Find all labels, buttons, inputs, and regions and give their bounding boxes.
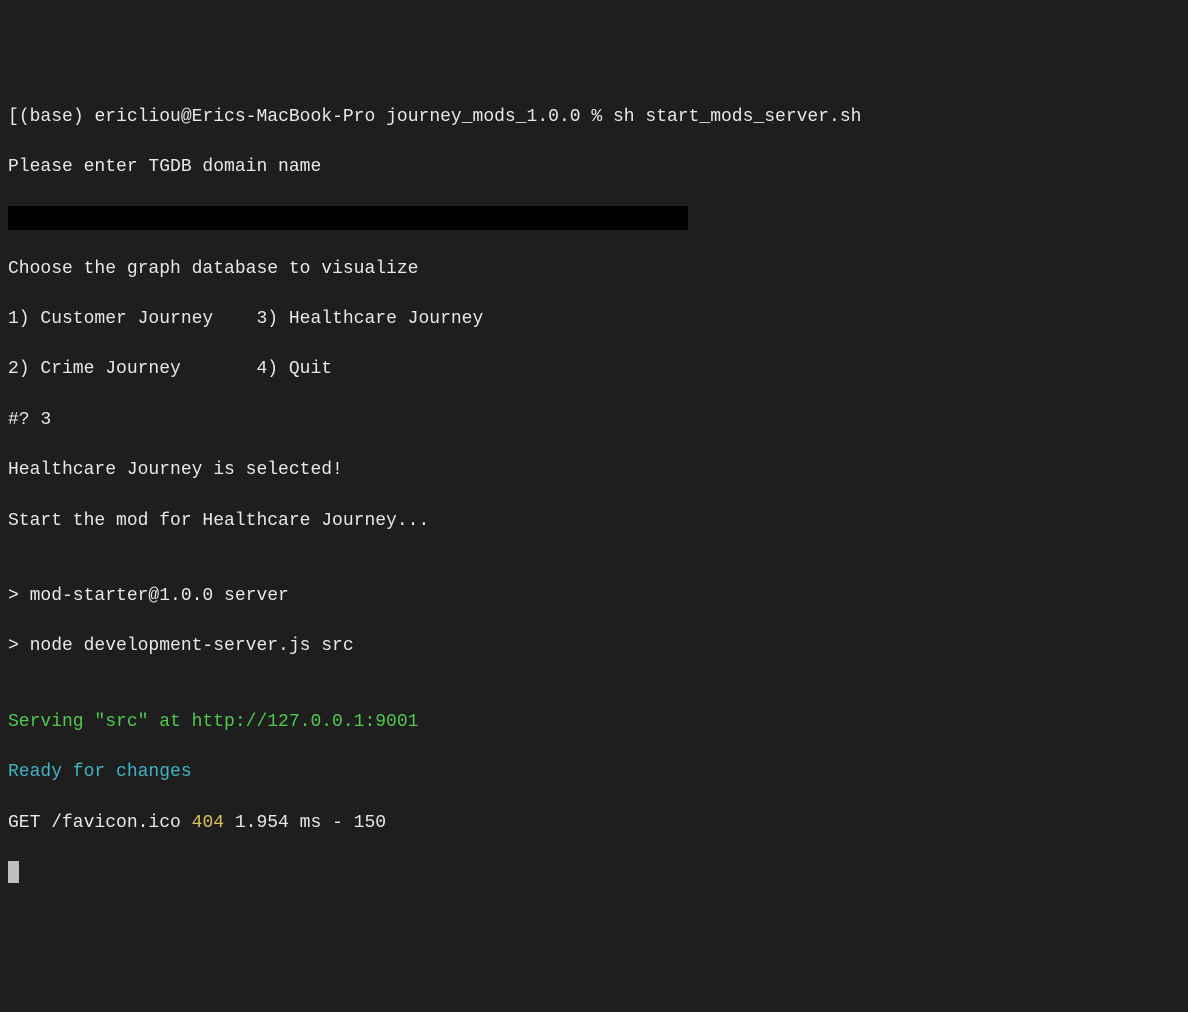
cwd: journey_mods_1.0.0 (386, 107, 580, 127)
redacted-block (8, 206, 688, 230)
http-status: 404 (192, 813, 224, 833)
prompt-line: [(base) ericliou@Erics-MacBook-Pro journ… (8, 105, 1180, 130)
http-timing: 1.954 ms - 150 (224, 813, 386, 833)
serving-line: Serving "src" at http://127.0.0.1:9001 (8, 710, 1180, 735)
terminal-cursor[interactable] (8, 861, 19, 883)
user-host: ericliou@Erics-MacBook-Pro (94, 107, 375, 127)
prompt-symbol: % (591, 107, 602, 127)
redacted-line (8, 206, 1180, 232)
bracket: [ (8, 107, 19, 127)
option-3: 3) Healthcare Journey (256, 309, 483, 329)
npm-line-1: > mod-starter@1.0.0 server (8, 584, 1180, 609)
options-row-1: 1) Customer Journey 3) Healthcare Journe… (8, 307, 1180, 332)
input-prompt: #? (8, 410, 40, 430)
http-method-path: GET /favicon.ico (8, 813, 192, 833)
option-1: 1) Customer Journey (8, 309, 213, 329)
option-4: 4) Quit (256, 359, 332, 379)
cursor-line[interactable] (8, 861, 1180, 886)
input-answer: 3 (40, 410, 51, 430)
conda-env: (base) (19, 107, 84, 127)
options-row-2: 2) Crime Journey 4) Quit (8, 357, 1180, 382)
option-2: 2) Crime Journey (8, 359, 181, 379)
output-selected: Healthcare Journey is selected! (8, 458, 1180, 483)
output-enter-domain: Please enter TGDB domain name (8, 155, 1180, 180)
output-start-mod: Start the mod for Healthcare Journey... (8, 509, 1180, 534)
output-choose-db: Choose the graph database to visualize (8, 257, 1180, 282)
command-text: sh start_mods_server.sh (613, 107, 861, 127)
npm-line-2: > node development-server.js src (8, 634, 1180, 659)
http-log-line: GET /favicon.ico 404 1.954 ms - 150 (8, 811, 1180, 836)
ready-line: Ready for changes (8, 760, 1180, 785)
input-choice-line: #? 3 (8, 408, 1180, 433)
